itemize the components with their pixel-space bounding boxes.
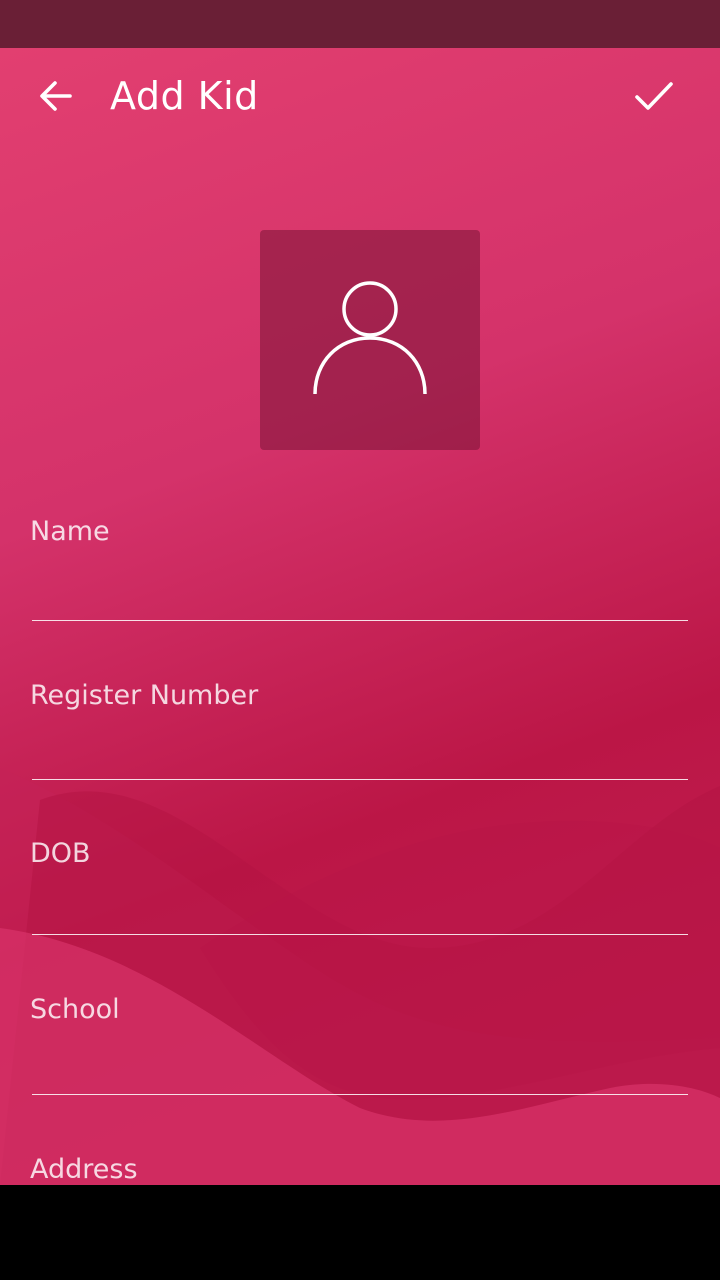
dob-underline: [32, 934, 688, 935]
name-label: Name: [30, 516, 110, 547]
status-bar: [0, 0, 720, 48]
school-label: School: [30, 994, 120, 1025]
dob-label: DOB: [30, 838, 91, 869]
name-underline: [32, 620, 688, 621]
navigation-bar: [0, 1185, 720, 1280]
register-number-underline: [32, 779, 688, 780]
address-field[interactable]: Address: [30, 1154, 690, 1185]
school-underline: [32, 1094, 688, 1095]
school-field[interactable]: School: [30, 994, 690, 1096]
avatar-picker[interactable]: [260, 230, 480, 450]
address-label: Address: [30, 1154, 138, 1185]
arrow-left-icon: [40, 81, 72, 111]
back-button[interactable]: [28, 72, 84, 120]
dob-field[interactable]: DOB: [30, 838, 690, 936]
check-icon: [635, 82, 673, 110]
register-number-label: Register Number: [30, 680, 259, 711]
save-button[interactable]: [626, 72, 682, 120]
page-title: Add Kid: [110, 74, 259, 118]
person-outline-icon: [313, 281, 427, 395]
screen: Add Kid Name Register Number DOB School …: [0, 0, 720, 1280]
app-bar: Add Kid: [0, 48, 720, 144]
add-kid-screen: Add Kid Name Register Number DOB School …: [0, 48, 720, 1185]
name-field[interactable]: Name: [30, 516, 690, 622]
register-number-field[interactable]: Register Number: [30, 680, 690, 781]
